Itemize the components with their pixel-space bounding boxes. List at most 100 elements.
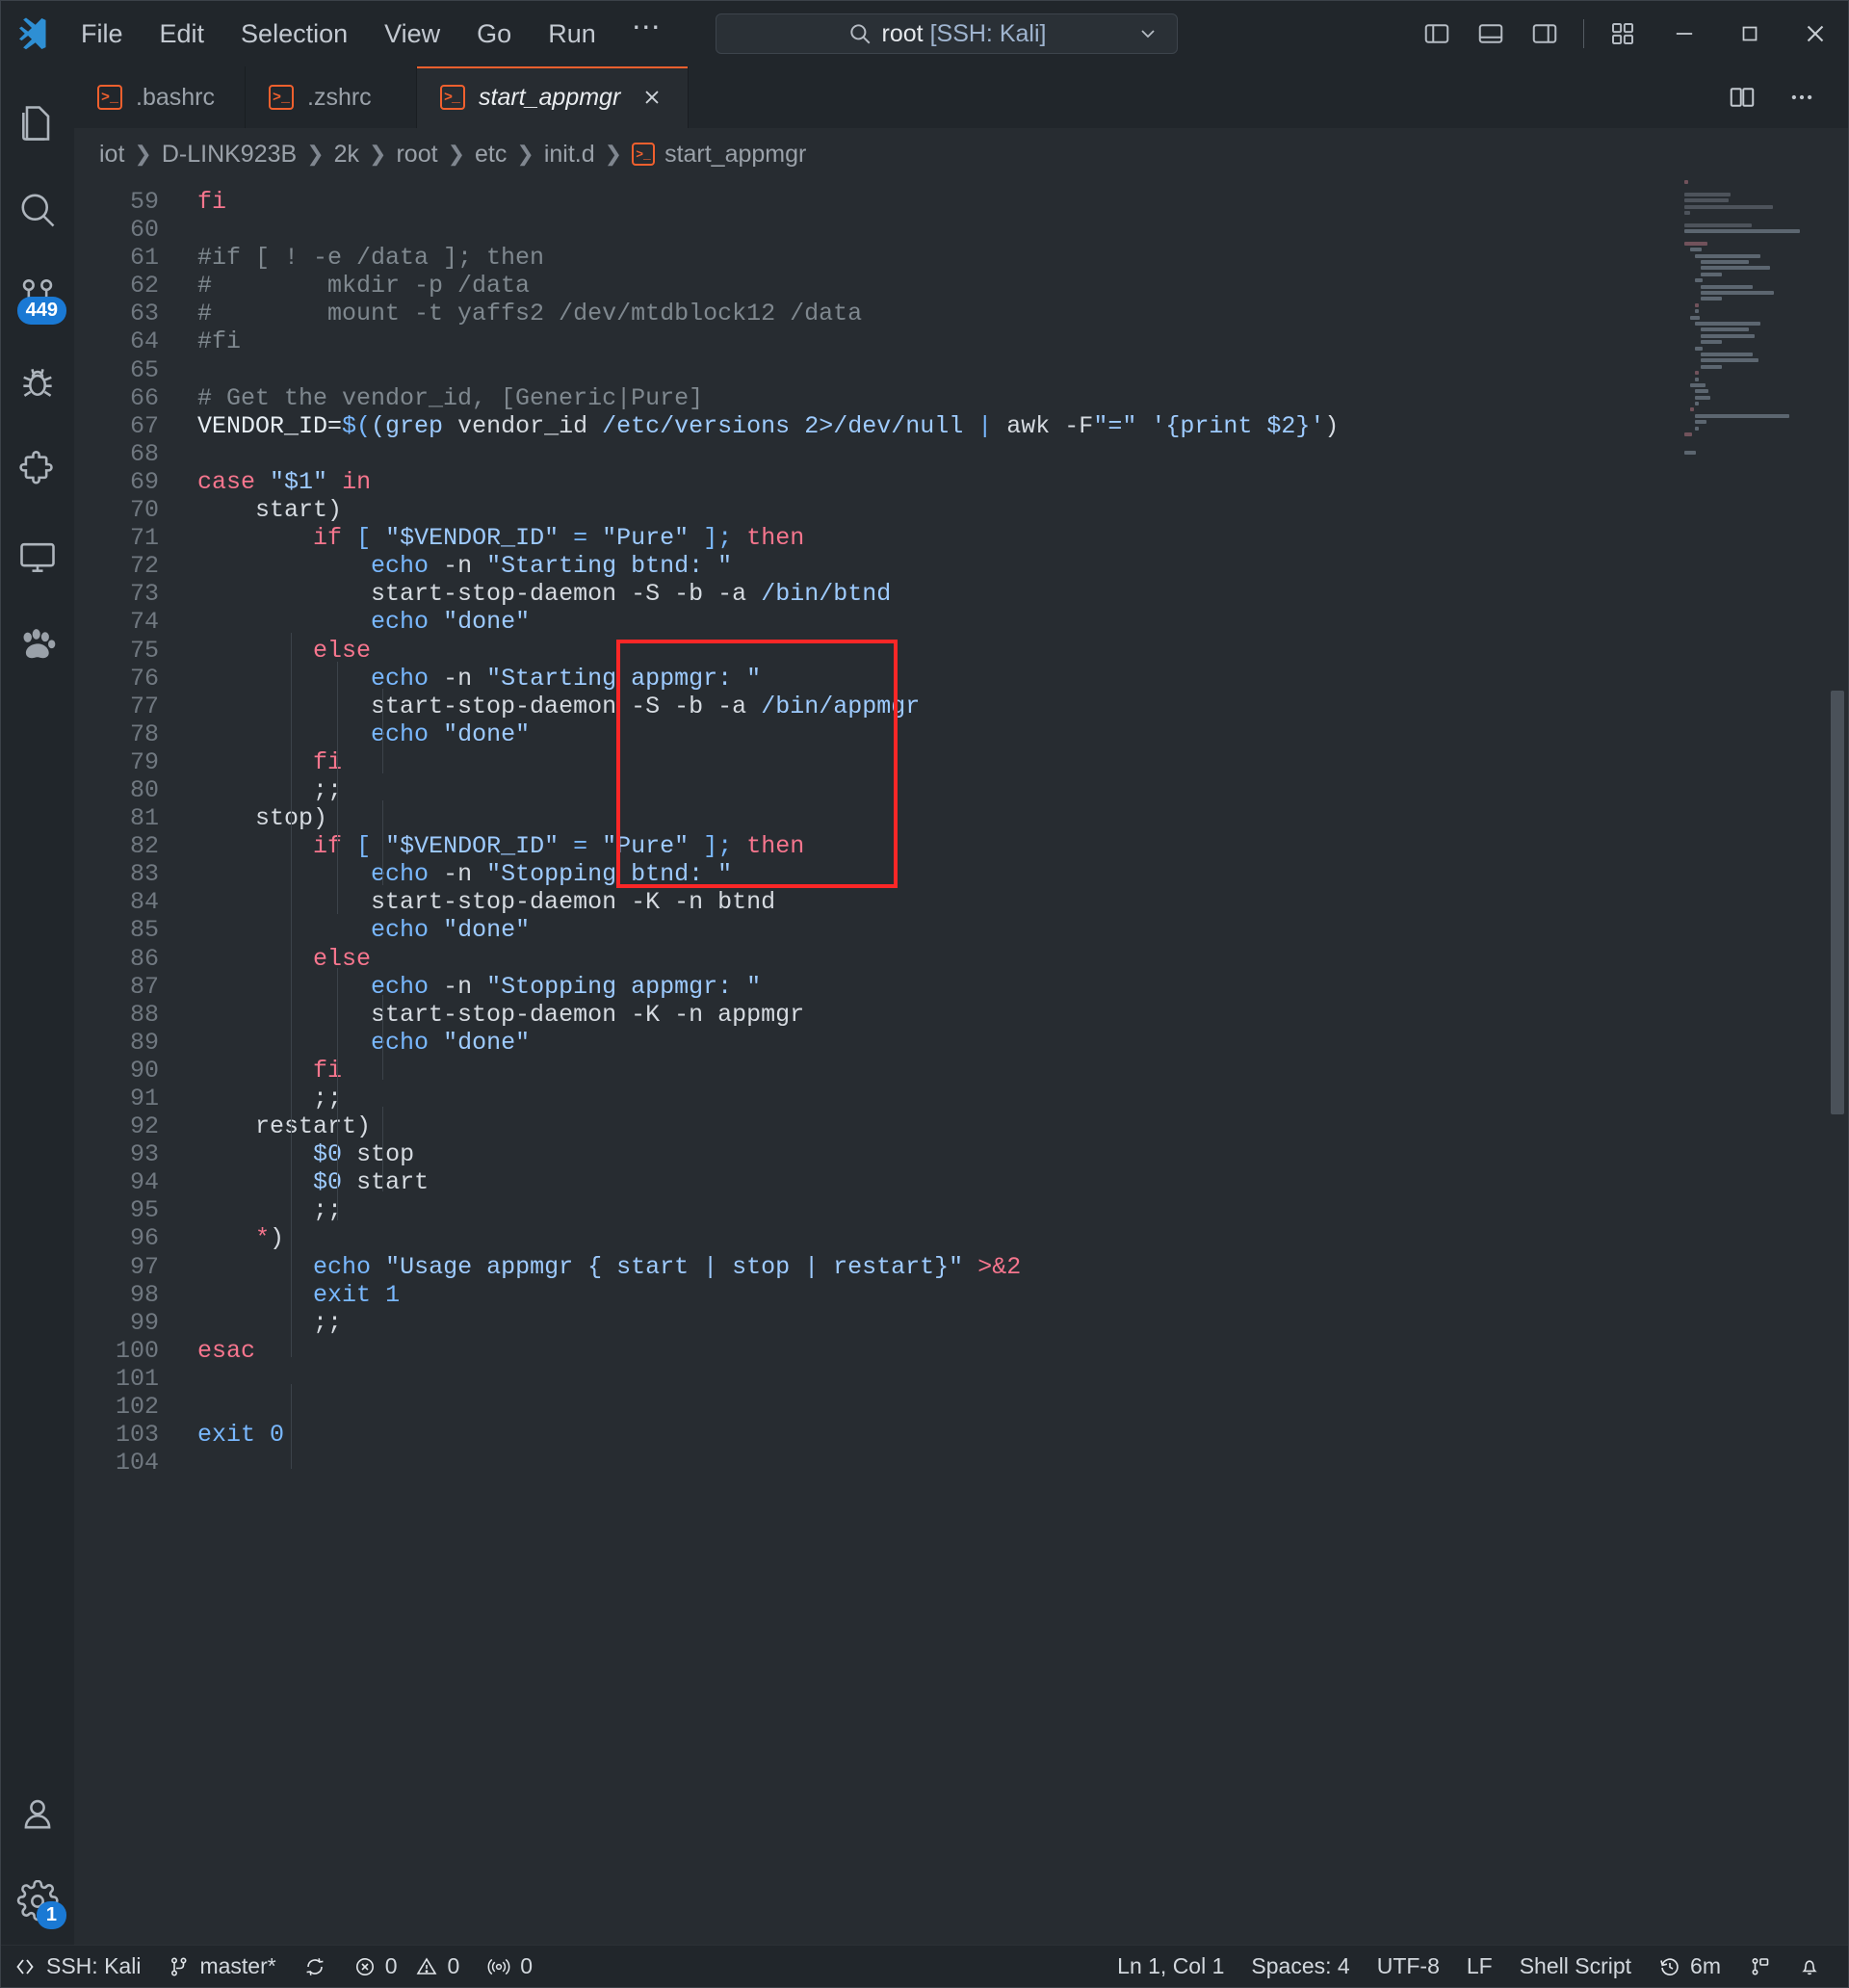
- code-line[interactable]: exit 0: [197, 1421, 1848, 1449]
- code-line[interactable]: echo -n "Stopping appmgr: ": [197, 973, 1848, 1001]
- code-line[interactable]: case "$1" in: [197, 468, 1848, 496]
- customize-layout-icon[interactable]: [1598, 9, 1648, 59]
- code-line[interactable]: if [ "$VENDOR_ID" = "Pure" ]; then: [197, 832, 1848, 860]
- editor-code-region[interactable]: 59 60 61 62 63 64 65 66 67 68 69 70 71 72 73 74 75 76 77 78…: [74, 180, 1848, 1945]
- code-line[interactable]: start-stop-daemon -K -n appmgr: [197, 1001, 1848, 1029]
- minimap[interactable]: [1684, 180, 1825, 479]
- code-line[interactable]: #if [ ! -e /data ]; then: [197, 244, 1848, 272]
- tab-zshrc[interactable]: >_ .zshrc: [246, 66, 417, 128]
- toggle-primary-sidebar-icon[interactable]: [1412, 9, 1462, 59]
- menu-file[interactable]: File: [63, 13, 142, 55]
- toggle-secondary-sidebar-icon[interactable]: [1520, 9, 1570, 59]
- sidebar-item-explorer[interactable]: [1, 80, 74, 167]
- code-line[interactable]: echo "Usage appmgr { start | stop | rest…: [197, 1253, 1848, 1281]
- code-line[interactable]: echo -n "Stopping btnd: ": [197, 860, 1848, 888]
- status-language-mode[interactable]: Shell Script: [1506, 1946, 1645, 1988]
- sidebar-item-settings[interactable]: 1: [1, 1858, 74, 1945]
- chevron-down-icon[interactable]: [1136, 22, 1159, 45]
- split-editor-icon[interactable]: [1717, 72, 1767, 122]
- sidebar-item-remote-explorer[interactable]: [1, 513, 74, 600]
- code-content[interactable]: fi #if [ ! -e /data ]; then # mkdir -p /d…: [178, 180, 1848, 1945]
- sidebar-item-search[interactable]: [1, 167, 74, 253]
- code-line[interactable]: $0 start: [197, 1168, 1848, 1196]
- menu-go[interactable]: Go: [458, 13, 530, 55]
- breadcrumb-item-root[interactable]: root: [396, 141, 437, 169]
- code-line[interactable]: start-stop-daemon -K -n btnd: [197, 888, 1848, 916]
- status-problems[interactable]: 0 0: [340, 1946, 474, 1988]
- code-line[interactable]: echo "done": [197, 720, 1848, 748]
- status-ports[interactable]: 0: [473, 1946, 546, 1988]
- menu-view[interactable]: View: [366, 13, 458, 55]
- code-line[interactable]: else: [197, 945, 1848, 973]
- code-line[interactable]: esac: [197, 1337, 1848, 1365]
- menu-selection[interactable]: Selection: [222, 13, 366, 55]
- code-line[interactable]: start): [197, 496, 1848, 524]
- code-line[interactable]: ;;: [197, 1085, 1848, 1112]
- code-line[interactable]: exit 1: [197, 1281, 1848, 1309]
- status-eol[interactable]: LF: [1453, 1946, 1506, 1988]
- code-line[interactable]: fi: [197, 188, 1848, 216]
- code-line[interactable]: #fi: [197, 327, 1848, 355]
- code-line[interactable]: [197, 216, 1848, 244]
- sidebar-item-run-and-debug[interactable]: [1, 340, 74, 427]
- toggle-panel-icon[interactable]: [1466, 9, 1516, 59]
- status-feedback-icon[interactable]: [1734, 1946, 1784, 1988]
- tab-close-icon[interactable]: [639, 85, 664, 110]
- code-line[interactable]: start-stop-daemon -S -b -a /bin/btnd: [197, 580, 1848, 608]
- code-line[interactable]: # Get the vendor_id, [Generic|Pure]: [197, 384, 1848, 412]
- code-line[interactable]: fi: [197, 748, 1848, 776]
- status-sync[interactable]: [290, 1946, 340, 1988]
- sidebar-item-accounts[interactable]: [1, 1771, 74, 1858]
- status-bell-icon[interactable]: [1784, 1946, 1835, 1988]
- breadcrumb-item-file[interactable]: start_appmgr: [664, 141, 806, 169]
- code-line[interactable]: ;;: [197, 776, 1848, 804]
- breadcrumb-item-iot[interactable]: iot: [99, 141, 124, 169]
- sidebar-item-source-control[interactable]: 449: [1, 253, 74, 340]
- code-line[interactable]: ;;: [197, 1196, 1848, 1224]
- code-line[interactable]: $0 stop: [197, 1140, 1848, 1168]
- breadcrumb-item-initd[interactable]: init.d: [544, 141, 595, 169]
- code-line[interactable]: echo -n "Starting btnd: ": [197, 552, 1848, 580]
- menu-edit[interactable]: Edit: [142, 13, 223, 55]
- maximize-button[interactable]: [1717, 1, 1783, 66]
- status-branch[interactable]: master*: [154, 1946, 289, 1988]
- code-line[interactable]: restart): [197, 1112, 1848, 1140]
- code-line[interactable]: fi: [197, 1057, 1848, 1085]
- breadcrumb-item-etc[interactable]: etc: [475, 141, 507, 169]
- code-line[interactable]: [197, 1449, 1848, 1477]
- code-line[interactable]: echo -n "Starting appmgr: ": [197, 665, 1848, 693]
- status-cursor-position[interactable]: Ln 1, Col 1: [1104, 1946, 1237, 1988]
- menu-run[interactable]: Run: [530, 13, 614, 55]
- status-remote-host[interactable]: SSH: Kali: [1, 1946, 154, 1988]
- code-line[interactable]: stop): [197, 804, 1848, 832]
- breadcrumb-item-dlink[interactable]: D-LINK923B: [162, 141, 297, 169]
- code-line[interactable]: [197, 356, 1848, 384]
- status-encoding[interactable]: UTF-8: [1364, 1946, 1453, 1988]
- close-button[interactable]: [1783, 1, 1848, 66]
- code-line[interactable]: [197, 1365, 1848, 1393]
- command-center-input[interactable]: root [SSH: Kali]: [716, 13, 1178, 54]
- code-line[interactable]: else: [197, 637, 1848, 665]
- status-timer[interactable]: 6m: [1645, 1946, 1734, 1988]
- tab-bashrc[interactable]: >_ .bashrc: [74, 66, 246, 128]
- tab-start-appmgr[interactable]: >_ start_appmgr: [417, 66, 690, 128]
- more-actions-icon[interactable]: [1777, 72, 1827, 122]
- code-line[interactable]: [197, 440, 1848, 468]
- sidebar-item-paw[interactable]: [1, 600, 74, 687]
- minimize-button[interactable]: [1652, 1, 1717, 66]
- code-line[interactable]: echo "done": [197, 916, 1848, 944]
- code-line[interactable]: echo "done": [197, 1029, 1848, 1057]
- code-line[interactable]: *): [197, 1224, 1848, 1252]
- code-line[interactable]: if [ "$VENDOR_ID" = "Pure" ]; then: [197, 524, 1848, 552]
- code-line[interactable]: [197, 1393, 1848, 1421]
- sidebar-item-extensions[interactable]: [1, 427, 74, 513]
- code-line[interactable]: # mkdir -p /data: [197, 272, 1848, 300]
- code-line[interactable]: VENDOR_ID=$((grep vendor_id /etc/version…: [197, 412, 1848, 440]
- status-indentation[interactable]: Spaces: 4: [1237, 1946, 1363, 1988]
- code-line[interactable]: # mount -t yaffs2 /dev/mtdblock12 /data: [197, 300, 1848, 327]
- editor-scrollbar[interactable]: [1831, 691, 1844, 1114]
- code-line[interactable]: ;;: [197, 1309, 1848, 1337]
- code-line[interactable]: start-stop-daemon -S -b -a /bin/appmgr: [197, 693, 1848, 720]
- code-line[interactable]: echo "done": [197, 608, 1848, 636]
- breadcrumb-item-2k[interactable]: 2k: [334, 141, 359, 169]
